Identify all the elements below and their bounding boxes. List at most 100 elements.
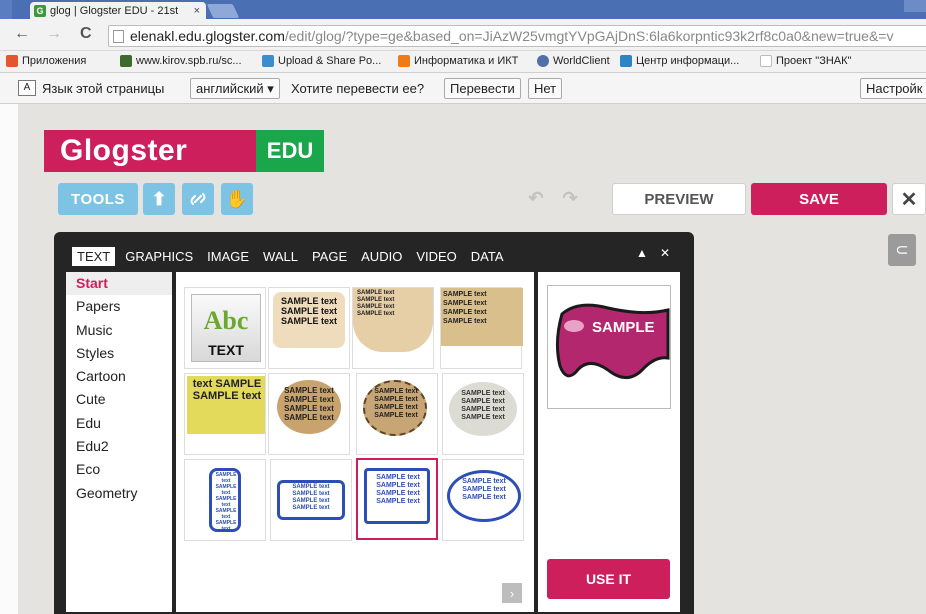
forward-arrow-icon[interactable]: →: [46, 25, 62, 43]
sample-line: SAMPLE text: [462, 494, 506, 501]
category-start[interactable]: Start: [66, 272, 172, 296]
template-parchment[interactable]: SAMPLE text SAMPLE text SAMPLE text SAMP…: [440, 287, 523, 369]
page-icon: [113, 29, 124, 43]
sample-line: SAMPLE text: [374, 412, 418, 419]
bookmark-worldclient[interactable]: WorldClient: [537, 55, 610, 67]
new-tab-button[interactable]: [206, 4, 240, 18]
apps-grid-icon: [6, 55, 18, 67]
template-blue-sketch-bubble[interactable]: SAMPLE text SAMPLE text SAMPLE text SAMP…: [356, 458, 438, 540]
logo-edu: EDU: [256, 130, 324, 172]
category-papers[interactable]: Papers: [66, 295, 172, 318]
tab-graphics[interactable]: GRAPHICS: [125, 249, 193, 264]
bookmark-kirov[interactable]: www.kirov.spb.ru/sc...: [120, 55, 242, 67]
sample-line: SAMPLE text: [284, 386, 334, 395]
text-label: TEXT: [208, 342, 244, 358]
category-music[interactable]: Music: [66, 319, 172, 342]
language-select[interactable]: английский ▾: [190, 78, 280, 99]
link-icon[interactable]: [182, 183, 214, 215]
tab-image[interactable]: IMAGE: [207, 249, 249, 264]
left-margin: [0, 104, 18, 614]
bookmark-upload-share[interactable]: Upload & Share Po...: [262, 55, 381, 67]
tab-audio[interactable]: AUDIO: [361, 249, 402, 264]
panel-close-icon[interactable]: ✕: [660, 246, 670, 260]
window-edge: [0, 0, 12, 19]
translate-question: Хотите перевести ее?: [291, 81, 425, 96]
move-up-icon[interactable]: ⬆: [143, 183, 175, 215]
tab-wall[interactable]: WALL: [263, 249, 298, 264]
address-bar[interactable]: elenakl.edu.glogster.com/edit/glog/?type…: [108, 25, 926, 47]
bookmark-informatics[interactable]: Информатика и ИКТ: [398, 55, 518, 67]
slideshare-icon: [262, 55, 274, 67]
tab-page[interactable]: PAGE: [312, 249, 347, 264]
tab-video[interactable]: VIDEO: [416, 249, 456, 264]
back-arrow-icon[interactable]: ←: [14, 25, 30, 43]
translate-button[interactable]: Перевести: [444, 78, 521, 99]
sample-text: SAMPLE text SAMPLE text SAMPLE text: [447, 478, 521, 502]
category-cute[interactable]: Cute: [66, 388, 172, 411]
sample-line: SAMPLE text: [192, 390, 262, 402]
category-edu[interactable]: Edu: [66, 412, 172, 435]
template-stone-bubble[interactable]: SAMPLE text SAMPLE text SAMPLE text SAMP…: [442, 373, 524, 455]
tab-data[interactable]: DATA: [471, 249, 504, 264]
tab-text[interactable]: TEXT: [72, 246, 116, 266]
panel-tabs: TEXT GRAPHICS IMAGE WALL PAGE AUDIO VIDE…: [72, 246, 518, 266]
page-icon: [760, 55, 772, 67]
template-yellow-note[interactable]: text SAMPLE SAMPLE text: [184, 373, 266, 455]
sample-line: SAMPLE text: [292, 491, 330, 497]
template-brown-bubble[interactable]: SAMPLE text SAMPLE text SAMPLE text SAMP…: [268, 373, 350, 455]
category-styles[interactable]: Styles: [66, 342, 172, 365]
save-button[interactable]: SAVE: [751, 183, 887, 215]
tools-button[interactable]: TOOLS: [58, 183, 138, 215]
template-torn-paper[interactable]: SAMPLE text SAMPLE text SAMPLE text SAMP…: [352, 287, 434, 369]
bookmark-info-center[interactable]: Центр информаци...: [620, 55, 739, 67]
sample-line: SAMPLE text: [376, 482, 420, 489]
category-geometry[interactable]: Geometry: [66, 482, 172, 505]
sample-line: SAMPLE text: [280, 306, 337, 316]
url-host: elenakl.edu.glogster.com: [130, 28, 285, 44]
template-blue-oval-bubble[interactable]: SAMPLE text SAMPLE text SAMPLE text: [442, 459, 524, 541]
browser-toolbar: ← → C elenakl.edu.glogster.com/edit/glog…: [0, 19, 926, 51]
sample-text: SAMPLE text SAMPLE text SAMPLE text: [273, 296, 345, 326]
tab-close-icon[interactable]: ×: [194, 5, 200, 17]
undo-icon[interactable]: ↶: [522, 182, 550, 214]
category-cartoon[interactable]: Cartoon: [66, 365, 172, 388]
url-path: /edit/glog/?type=ge&based_on=JiAzW25vmgt…: [284, 28, 894, 44]
next-page-icon[interactable]: ›: [502, 583, 522, 603]
sample-text: text SAMPLE SAMPLE text: [189, 378, 265, 402]
paperclip-icon[interactable]: ⊂: [888, 234, 916, 266]
close-editor-button[interactable]: ✕: [892, 183, 926, 215]
collapse-icon[interactable]: ▲: [636, 246, 648, 260]
sample-line: SAMPLE text: [443, 291, 487, 298]
template-tall-blue-bubble[interactable]: SAMPLE text SAMPLE text SAMPLE text SAMP…: [184, 459, 266, 541]
sample-line: SAMPLE text: [443, 309, 487, 316]
sample-line: SAMPLE text: [357, 311, 395, 317]
glogster-logo: Glogster EDU: [44, 130, 324, 172]
bookmark-label: Upload & Share Po...: [278, 55, 382, 67]
category-eco[interactable]: Eco: [66, 458, 172, 481]
translate-settings-button[interactable]: Настройк: [860, 78, 926, 99]
abc-label: Abc: [203, 306, 249, 335]
hand-icon[interactable]: ✋: [221, 183, 253, 215]
logo-text: Glogster: [60, 134, 188, 167]
category-edu2[interactable]: Edu2: [66, 435, 172, 458]
use-it-button[interactable]: USE IT: [547, 559, 670, 599]
template-stitched-bubble[interactable]: SAMPLE text SAMPLE text SAMPLE text SAMP…: [356, 373, 438, 455]
bookmark-project-znak[interactable]: Проект "ЗНАК": [760, 55, 851, 67]
browser-tab[interactable]: G glog | Glogster EDU - 21st ×: [30, 2, 206, 19]
language-value: английский: [196, 81, 264, 96]
template-paper-bubble[interactable]: SAMPLE text SAMPLE text SAMPLE text: [268, 287, 350, 369]
redo-icon[interactable]: ↷: [556, 182, 584, 214]
reload-icon[interactable]: C: [80, 25, 92, 43]
preview-button[interactable]: PREVIEW: [612, 183, 746, 215]
bookmark-apps[interactable]: Приложения: [6, 55, 86, 67]
category-list: Start Papers Music Styles Cartoon Cute E…: [66, 272, 172, 612]
template-blue-rect-bubble[interactable]: SAMPLE text SAMPLE text SAMPLE text SAMP…: [270, 459, 352, 541]
sample-line: SAMPLE text: [292, 505, 330, 511]
window-control[interactable]: [904, 0, 926, 12]
sample-text: SAMPLE text SAMPLE text SAMPLE text SAMP…: [364, 474, 432, 506]
sample-line: SAMPLE text: [357, 304, 395, 310]
browser-tab-strip: G glog | Glogster EDU - 21st ×: [0, 0, 926, 19]
no-translate-button[interactable]: Нет: [528, 78, 563, 99]
tab-title: glog | Glogster EDU - 21st: [50, 4, 179, 17]
template-abc-text[interactable]: Abc TEXT: [184, 287, 266, 369]
